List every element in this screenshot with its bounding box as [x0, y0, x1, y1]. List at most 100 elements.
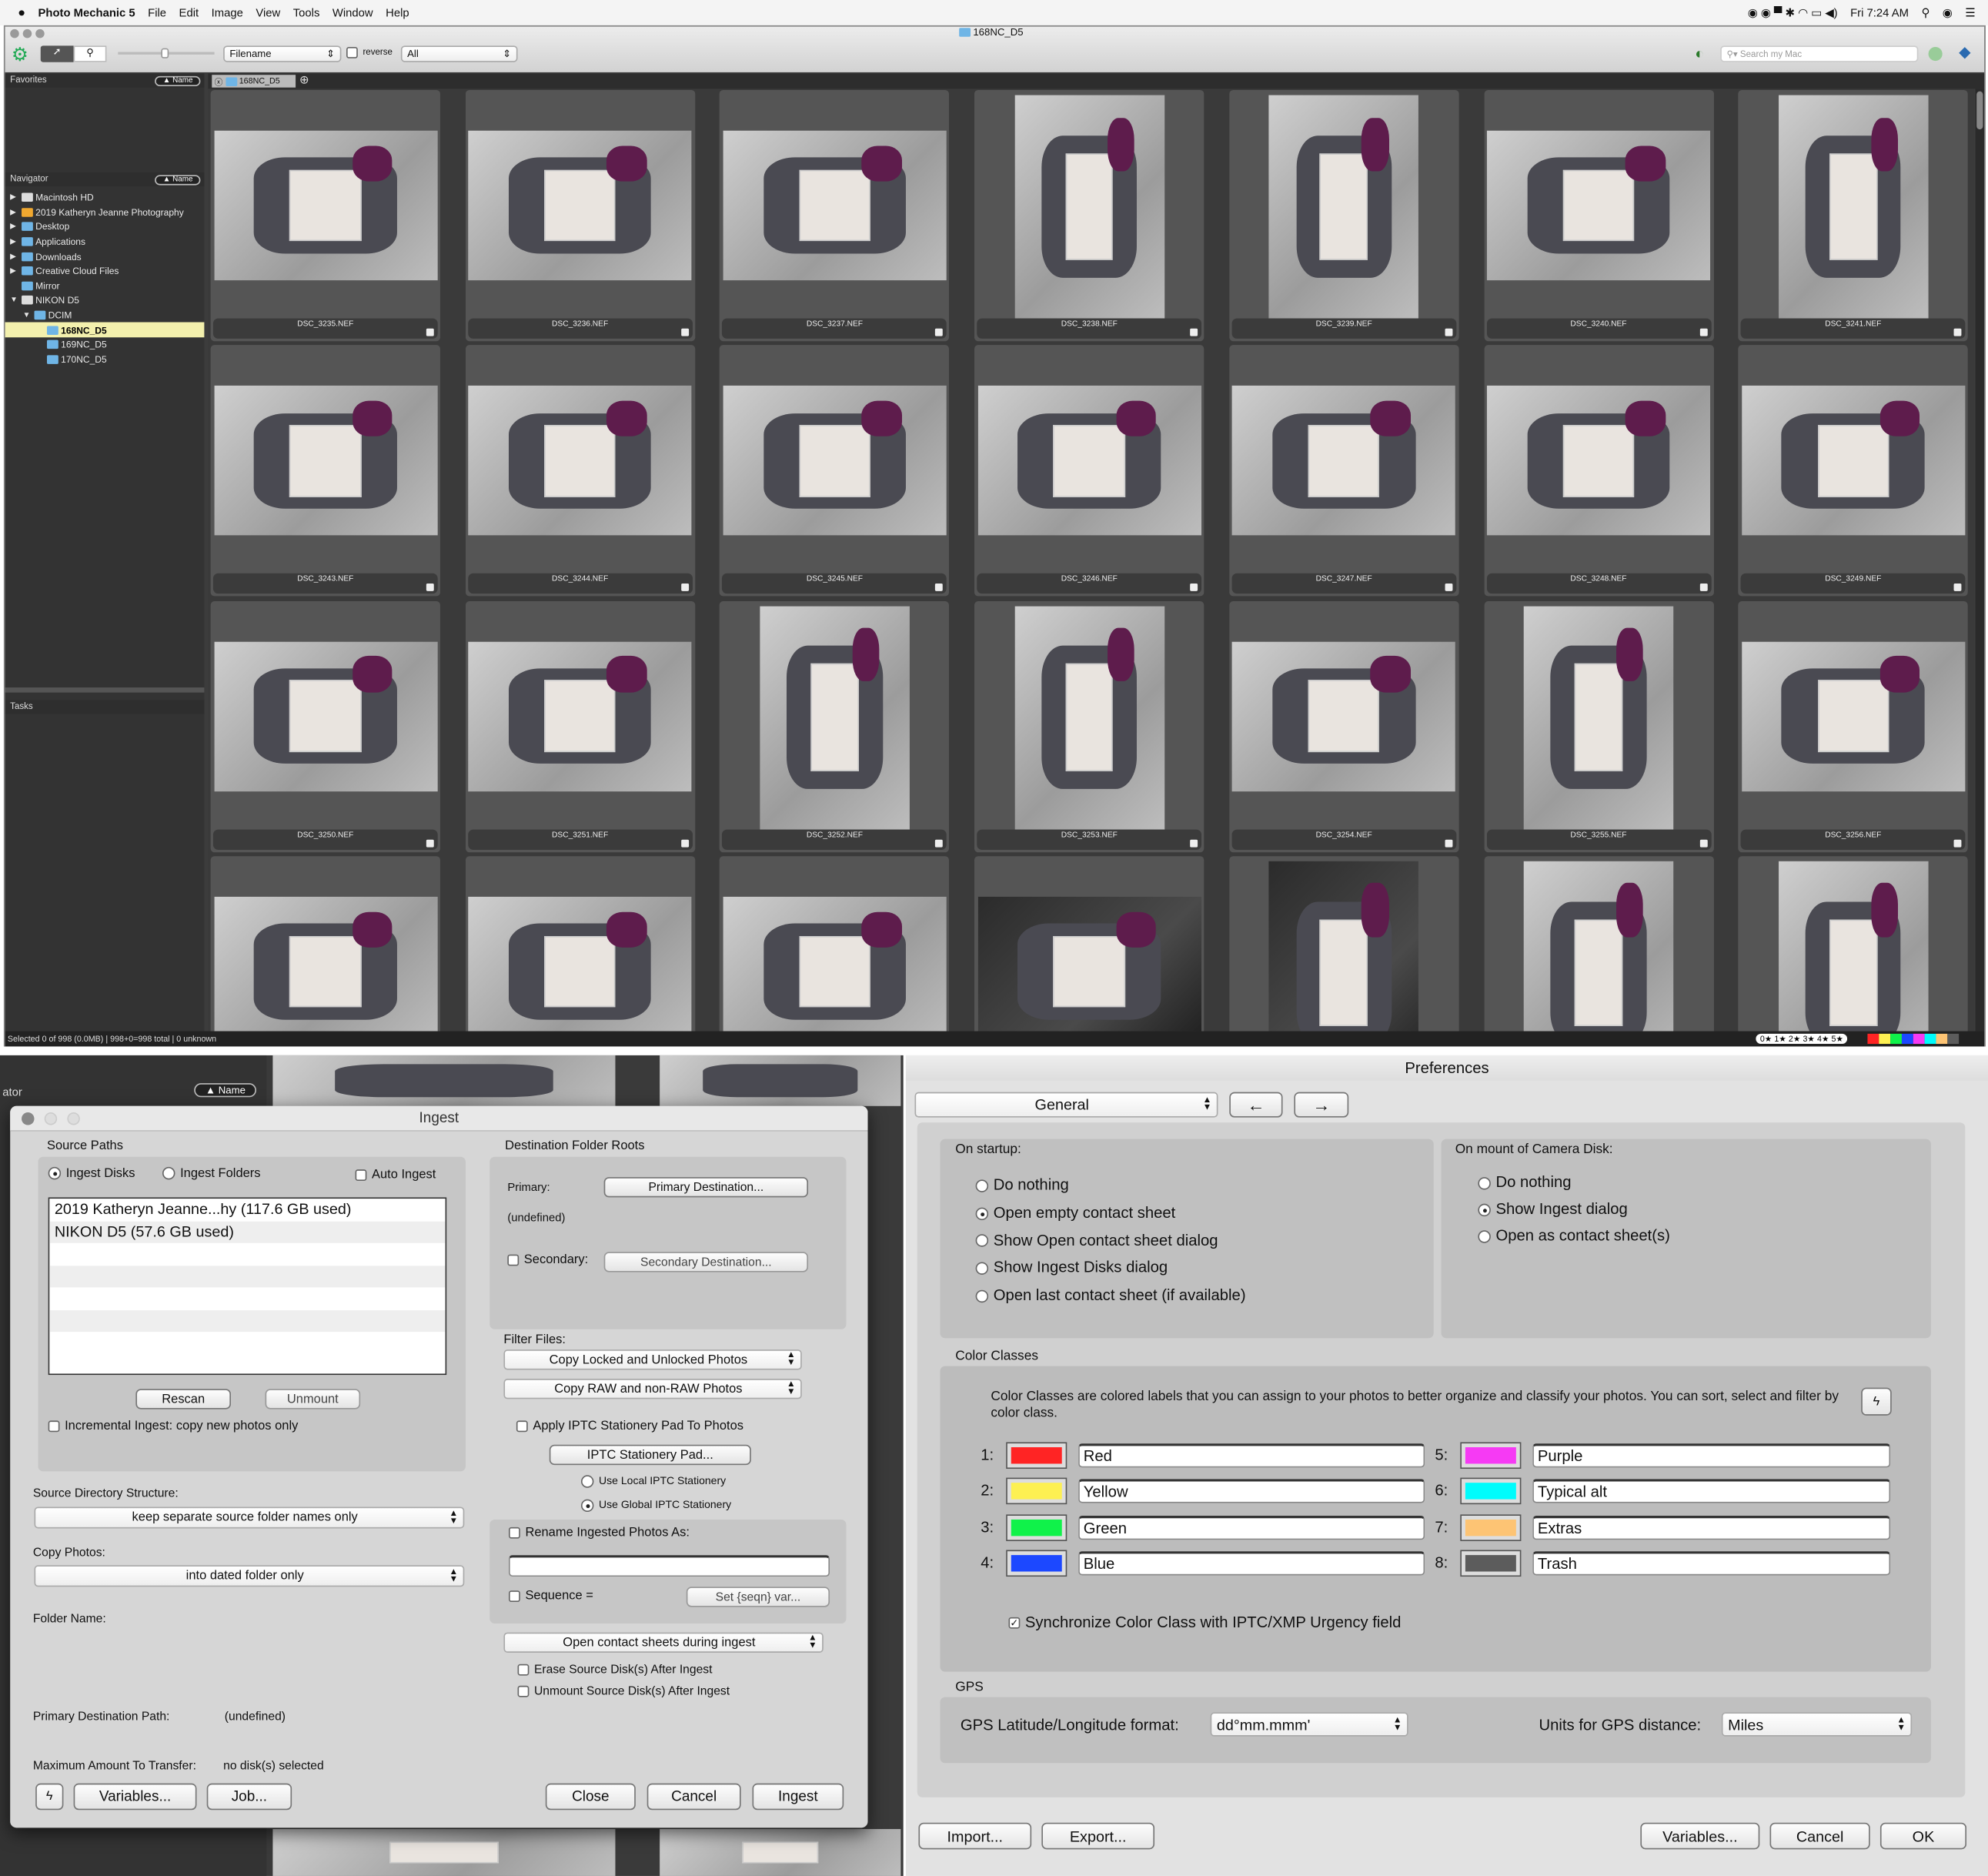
- siri-icon[interactable]: ◉: [1943, 5, 1953, 19]
- startup-radio[interactable]: Open last contact sheet (if available): [975, 1286, 1246, 1304]
- photo-cell[interactable]: [465, 856, 695, 1032]
- photo-thumbnail[interactable]: [1778, 95, 1929, 319]
- back-arrow-button[interactable]: ←: [1229, 1092, 1283, 1118]
- photo-cell[interactable]: DSC_3244.NEF: [465, 345, 695, 597]
- favorites-sort-button[interactable]: ▲ Name: [155, 75, 201, 86]
- preferences-section-select[interactable]: General ▲ ▼: [914, 1092, 1218, 1118]
- disk-list[interactable]: 2019 Katheryn Jeanne...hy (117.6 GB used…: [48, 1197, 447, 1376]
- sort-field-select[interactable]: Filename ⇕: [223, 45, 342, 62]
- share-icon[interactable]: ◆: [1959, 43, 1970, 61]
- photo-thumbnail[interactable]: [977, 386, 1201, 536]
- apply-iptc-checkbox[interactable]: Apply IPTC Stationery Pad To Photos: [516, 1420, 743, 1433]
- color-class-name-input[interactable]: Typical alt: [1532, 1479, 1891, 1504]
- photo-cell[interactable]: [1228, 856, 1459, 1032]
- color-filter-swatch[interactable]: [1901, 1033, 1913, 1045]
- startup-radio[interactable]: Open empty contact sheet: [975, 1203, 1175, 1221]
- startup-radio[interactable]: Do nothing: [975, 1175, 1069, 1193]
- select-checkbox[interactable]: [680, 839, 689, 847]
- photo-thumbnail[interactable]: [1741, 386, 1965, 536]
- select-checkbox[interactable]: [1445, 584, 1453, 592]
- menu-view[interactable]: View: [256, 6, 280, 18]
- color-filter-swatch[interactable]: [1890, 1033, 1902, 1045]
- preferences-cancel-button[interactable]: Cancel: [1769, 1822, 1870, 1850]
- star-rating-filter[interactable]: 0★ 1★ 2★ 3★ 4★ 5★: [1756, 1033, 1848, 1045]
- photo-cell[interactable]: DSC_3251.NEF: [465, 600, 695, 852]
- menu-file[interactable]: File: [148, 6, 166, 18]
- color-filter-swatch[interactable]: [1936, 1033, 1948, 1045]
- photo-cell[interactable]: DSC_3250.NEF: [210, 600, 440, 852]
- select-checkbox[interactable]: [1699, 584, 1707, 592]
- photo-cell[interactable]: [720, 856, 950, 1032]
- apple-icon[interactable]: ●: [18, 5, 25, 19]
- color-class-swatch[interactable]: [1460, 1513, 1522, 1541]
- photo-thumbnail[interactable]: [1486, 386, 1711, 536]
- select-checkbox[interactable]: [426, 328, 434, 336]
- mount-radio[interactable]: Open as contact sheet(s): [1478, 1226, 1670, 1244]
- color-class-swatch[interactable]: [1460, 1442, 1522, 1470]
- menu-help[interactable]: Help: [386, 6, 409, 18]
- photo-thumbnail[interactable]: [1486, 130, 1711, 281]
- open-contact-sheets-select[interactable]: Open contact sheets during ingest ▲ ▼: [503, 1632, 824, 1653]
- zoom-window-button[interactable]: [35, 28, 45, 38]
- photo-thumbnail[interactable]: [213, 641, 437, 791]
- variables-button[interactable]: Variables...: [73, 1783, 197, 1811]
- select-checkbox[interactable]: [1953, 839, 1962, 847]
- slider-handle[interactable]: [161, 48, 169, 59]
- clock[interactable]: Fri 7:24 AM: [1850, 6, 1909, 18]
- photo-thumbnail[interactable]: [1778, 861, 1929, 1032]
- photo-thumbnail[interactable]: [977, 896, 1201, 1032]
- select-checkbox[interactable]: [1190, 839, 1198, 847]
- select-checkbox[interactable]: [1445, 839, 1453, 847]
- select-checkbox[interactable]: [1699, 328, 1707, 336]
- job-button[interactable]: Job...: [206, 1783, 292, 1811]
- disclosure-triangle-icon[interactable]: ▶: [10, 252, 22, 261]
- disk-list-item[interactable]: 2019 Katheryn Jeanne...hy (117.6 GB used…: [49, 1199, 445, 1221]
- tree-item[interactable]: ▼ DCIM: [5, 308, 205, 323]
- menu-image[interactable]: Image: [212, 6, 243, 18]
- incremental-ingest-checkbox[interactable]: Incremental Ingest: copy new photos only: [48, 1420, 298, 1433]
- forward-arrow-button[interactable]: →: [1294, 1092, 1349, 1118]
- disclosure-triangle-icon[interactable]: ▶: [10, 237, 22, 246]
- photo-thumbnail[interactable]: [1268, 861, 1419, 1032]
- secondary-checkbox[interactable]: Secondary:: [507, 1253, 588, 1267]
- color-class-name-input[interactable]: Blue: [1078, 1550, 1425, 1576]
- photo-cell[interactable]: [1738, 856, 1968, 1032]
- secondary-destination-button[interactable]: Secondary Destination...: [603, 1252, 809, 1272]
- tree-item[interactable]: ▶ Applications: [5, 234, 205, 249]
- lightning-icon[interactable]: ϟ: [1861, 1387, 1892, 1416]
- rename-checkbox[interactable]: Rename Ingested Photos As:: [509, 1526, 690, 1540]
- status-circle-icon[interactable]: [1928, 46, 1943, 62]
- photo-cell[interactable]: [210, 856, 440, 1032]
- vertical-scrollbar[interactable]: [1975, 89, 1985, 1032]
- photo-thumbnail[interactable]: [468, 896, 692, 1032]
- select-checkbox[interactable]: [1699, 839, 1707, 847]
- spotlight-icon[interactable]: ⚲: [1921, 5, 1930, 19]
- photo-cell[interactable]: DSC_3255.NEF: [1483, 600, 1714, 852]
- photo-cell[interactable]: DSC_3253.NEF: [974, 600, 1204, 852]
- color-filter-swatch[interactable]: [1879, 1033, 1891, 1045]
- unmount-source-checkbox[interactable]: Unmount Source Disk(s) After Ingest: [517, 1684, 730, 1698]
- primary-destination-button[interactable]: Primary Destination...: [603, 1177, 809, 1198]
- unmount-button[interactable]: Unmount: [265, 1389, 361, 1410]
- use-global-iptc-radio[interactable]: Use Global IPTC Stationery: [580, 1498, 731, 1512]
- menu-window[interactable]: Window: [332, 6, 373, 18]
- startup-radio[interactable]: Show Open contact sheet dialog: [975, 1231, 1218, 1249]
- photo-cell[interactable]: DSC_3246.NEF: [974, 345, 1204, 597]
- set-seqn-button[interactable]: Set {seqn} var...: [686, 1587, 830, 1607]
- arrow-tool-button[interactable]: ➚: [40, 45, 74, 62]
- filter-select[interactable]: All ⇕: [400, 45, 518, 62]
- photo-cell[interactable]: DSC_3235.NEF: [210, 89, 440, 342]
- photo-thumbnail[interactable]: [213, 130, 437, 281]
- tab-168nc-d5[interactable]: ⓧ 168NC_D5: [212, 75, 296, 88]
- photo-thumbnail[interactable]: [723, 896, 947, 1032]
- tree-item[interactable]: ▶ Downloads: [5, 249, 205, 264]
- app-menu[interactable]: Photo Mechanic 5: [38, 6, 135, 18]
- ingest-disks-radio[interactable]: Ingest Disks: [48, 1167, 135, 1181]
- startup-radio[interactable]: Show Ingest Disks dialog: [975, 1259, 1168, 1276]
- color-class-swatch[interactable]: [1006, 1442, 1068, 1470]
- export-button[interactable]: Export...: [1041, 1822, 1155, 1850]
- photo-cell[interactable]: DSC_3243.NEF: [210, 345, 440, 597]
- photo-cell[interactable]: DSC_3237.NEF: [720, 89, 950, 342]
- panel-splitter[interactable]: [5, 687, 205, 693]
- mount-radio[interactable]: Do nothing: [1478, 1173, 1572, 1191]
